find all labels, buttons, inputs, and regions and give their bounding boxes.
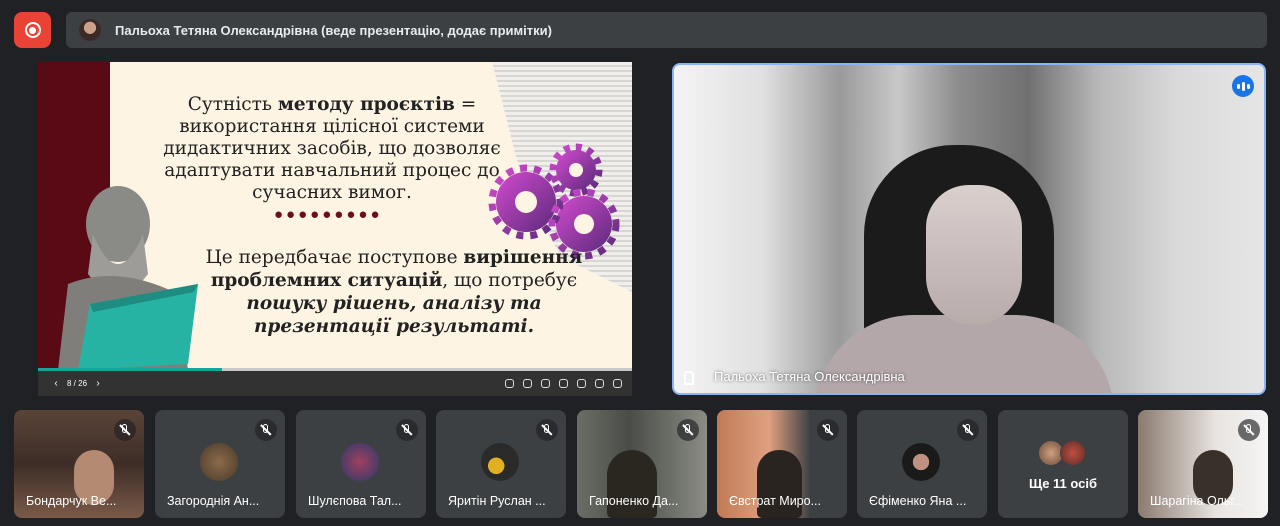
avatar (1060, 440, 1086, 466)
participant-tile[interactable]: Загороднія Ан... (155, 410, 285, 518)
pin-icon[interactable] (684, 371, 694, 385)
participant-name: Шулєпова Тал... (308, 494, 402, 508)
speaking-indicator-icon (1232, 75, 1254, 97)
slide-dots-divider: ●●●●●●●●● (274, 206, 383, 223)
mic-off-icon (536, 419, 558, 441)
participant-name: Гапоненко Да... (589, 494, 679, 508)
presentation-banner-text: Пальоха Тетяна Олександрівна (веде презе… (115, 22, 552, 38)
more-options-icon[interactable] (595, 379, 604, 388)
participant-tile[interactable]: Єфіменко Яна ... (857, 410, 987, 518)
avatar (200, 443, 238, 481)
mic-off-icon (1238, 419, 1260, 441)
participant-tile[interactable]: Гапоненко Да... (577, 410, 707, 518)
recording-button[interactable] (14, 12, 51, 48)
speaker-face (926, 185, 1022, 325)
next-slide-button[interactable]: › (90, 378, 106, 389)
mic-off-icon (677, 419, 699, 441)
participant-tile[interactable]: Шарагіна Ольг... (1138, 410, 1268, 518)
participant-tile[interactable]: Яритін Руслан ... (436, 410, 566, 518)
more-participants-label: Ще 11 осіб (1028, 476, 1098, 491)
mic-off-icon (255, 419, 277, 441)
presentation-banner: Пальоха Тетяна Олександрівна (веде презе… (66, 12, 1267, 48)
speaker-video-tile[interactable]: Пальоха Тетяна Олександрівна (672, 63, 1266, 395)
participant-tile[interactable]: Бондарчук Ве... (14, 410, 144, 518)
slide-text-definition: Сутність методу проєктів = використання … (163, 94, 501, 203)
more-participants-avatars (1038, 440, 1086, 466)
copy-icon[interactable] (577, 379, 586, 388)
gears-icon (488, 143, 620, 260)
presentation-slide: Сутність методу проєктів = використання … (38, 62, 632, 396)
presenter-avatar (79, 19, 101, 41)
mic-off-icon (957, 419, 979, 441)
captions-icon[interactable] (541, 379, 550, 388)
avatar (902, 443, 940, 481)
avatar (341, 443, 379, 481)
participant-name: Єфіменко Яна ... (869, 494, 967, 508)
slide-text-explanation: Це передбачає поступове вирішення пробле… (205, 247, 583, 337)
more-participants-tile[interactable]: Ще 11 осіб (998, 410, 1128, 518)
mic-off-icon (114, 419, 136, 441)
speaker-name: Пальоха Тетяна Олександрівна (714, 369, 905, 384)
avatar (481, 443, 519, 481)
zoom-icon[interactable] (505, 379, 514, 388)
participant-name: Бондарчук Ве... (26, 494, 117, 508)
participant-tile[interactable]: Євстрат Миро... (717, 410, 847, 518)
mic-off-icon (817, 419, 839, 441)
participant-name: Яритін Руслан ... (448, 494, 546, 508)
record-icon (24, 22, 41, 38)
mic-off-icon (396, 419, 418, 441)
participant-tile[interactable]: Шулєпова Тал... (296, 410, 426, 518)
participant-name: Євстрат Миро... (729, 494, 822, 508)
pointer-icon[interactable] (523, 379, 532, 388)
slide-toolbar: ‹ 8 / 26 › (38, 371, 632, 396)
broadcast-icon[interactable] (559, 379, 568, 388)
participant-name: Загороднія Ан... (167, 494, 260, 508)
prev-slide-button[interactable]: ‹ (48, 378, 64, 389)
slide-page-indicator: 8 / 26 (67, 379, 88, 388)
participant-name: Шарагіна Ольг... (1150, 494, 1244, 508)
fullscreen-icon[interactable] (613, 379, 622, 388)
